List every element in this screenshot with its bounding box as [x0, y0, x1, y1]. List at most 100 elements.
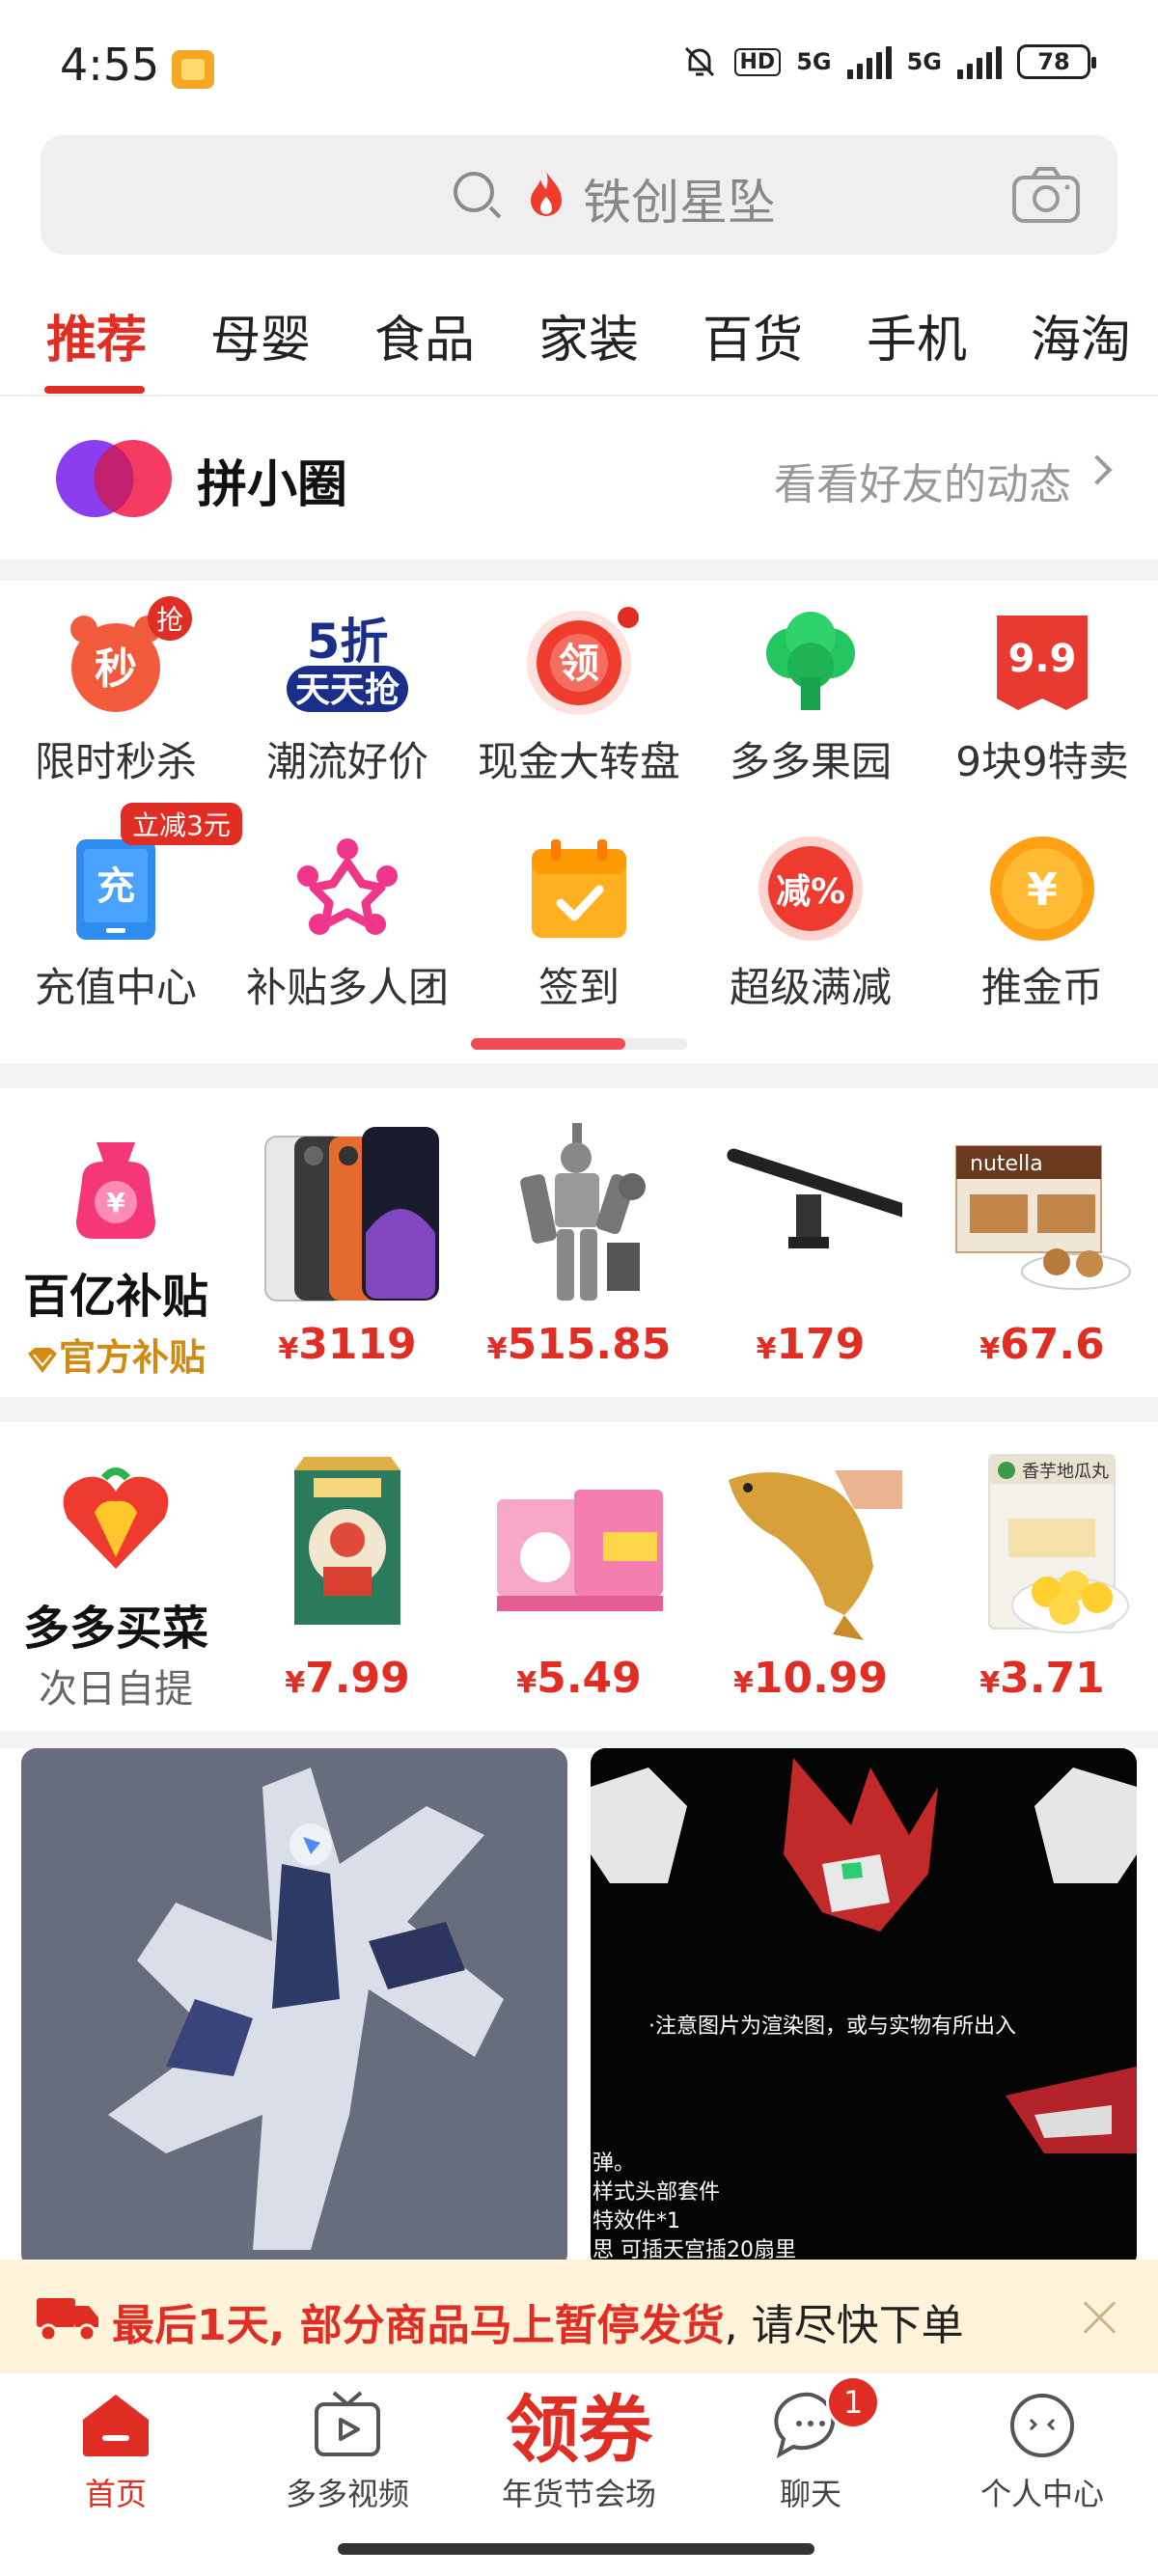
nav-coupon[interactable]: 领券 年货节会场 — [463, 2391, 695, 2514]
svg-text:减%: 减% — [776, 872, 845, 912]
feature-orchard[interactable]: 多多果园 — [695, 610, 926, 788]
subsidy-item-phone[interactable]: ¥3119 — [232, 1117, 463, 1369]
feature-label: 9块9特卖 — [955, 738, 1129, 785]
subsidy-entry[interactable]: ¥ 百亿补贴 官方补贴 — [0, 1088, 232, 1397]
nav-label: 个人中心 — [979, 2476, 1104, 2512]
friend-circle-logo-icon — [56, 440, 172, 517]
feature-label: 推金币 — [980, 964, 1103, 1011]
nav-label: 多多视频 — [285, 2476, 409, 2512]
section-gap — [0, 1731, 1158, 1748]
friend-activity-link[interactable]: 看看好友的动态 — [774, 450, 1071, 511]
nav-video[interactable]: 多多视频 — [232, 2391, 463, 2514]
phone-recharge-icon: 充 立减3元 — [63, 803, 242, 942]
svg-text:¥: ¥ — [1027, 863, 1058, 916]
tab-food[interactable]: 食品 — [374, 299, 475, 371]
subsidy-item-nutella[interactable]: nutella ¥67.6 — [926, 1117, 1158, 1369]
nav-profile[interactable]: 个人中心 — [926, 2391, 1158, 2514]
tab-general[interactable]: 百货 — [703, 299, 803, 371]
subsidy-item-lightbar[interactable]: ¥179 — [695, 1117, 926, 1369]
shipping-notice-bar[interactable]: 最后1天, 部分商品马上暂停发货, 请尽快下单 — [0, 2260, 1158, 2373]
svg-text:香芋地瓜丸: 香芋地瓜丸 — [1022, 1462, 1109, 1482]
feature-flash-sale[interactable]: 秒 抢 限时秒杀 — [0, 596, 232, 788]
feature-super-discount[interactable]: 减% 超级满减 — [695, 836, 926, 1014]
nav-chat[interactable]: 1 聊天 — [695, 2375, 926, 2514]
tab-overseas[interactable]: 海淘 — [1031, 299, 1131, 371]
grocery-item-giftbox[interactable]: ¥7.99 — [232, 1451, 463, 1703]
home-indicator[interactable] — [338, 2543, 814, 2555]
feature-label: 签到 — [538, 964, 620, 1011]
group-people-icon — [294, 836, 400, 942]
video-tv-icon — [311, 2391, 384, 2458]
spec-line: 特效件*1 — [593, 2209, 680, 2233]
close-icon[interactable] — [1079, 2296, 1121, 2339]
nav-home[interactable]: 首页 — [0, 2391, 232, 2514]
notification-app-icon — [172, 50, 214, 89]
feature-grid: 秒 抢 限时秒杀 5折 天天抢 潮流好价 领 现金大转盘 多多果园 9.9 9块… — [0, 581, 1158, 1063]
price: ¥5.49 — [516, 1654, 642, 1703]
feature-cash-wheel[interactable]: 领 现金大转盘 — [463, 604, 695, 788]
price: ¥515.85 — [486, 1320, 672, 1369]
taro-balls-image: 香芋地瓜丸 — [951, 1451, 1134, 1644]
tab-phones[interactable]: 手机 — [867, 299, 967, 371]
spec-line: 弹。 — [593, 2151, 636, 2176]
feed-card-gundam[interactable] — [21, 1748, 567, 2269]
chat-bubble-icon: 1 — [774, 2375, 880, 2459]
svg-text:nutella: nutella — [970, 1152, 1043, 1176]
network-5g-2: 5G — [906, 48, 942, 75]
nav-label: 首页 — [84, 2476, 147, 2512]
feature-recharge[interactable]: 充 立减3元 充值中心 — [0, 803, 242, 1014]
search-bar[interactable]: 铁创星坠 — [41, 135, 1117, 255]
feature-trend-deals[interactable]: 5折 天天抢 潮流好价 — [232, 610, 463, 788]
subsidy-subtitle: 官方补贴 — [0, 1328, 232, 1381]
feature-label: 多多果园 — [729, 738, 892, 785]
status-indicators: HD 5G 5G 78 — [680, 42, 1096, 81]
grocery-subtitle: 次日自提 — [39, 1667, 193, 1712]
battery-icon: 78 — [1017, 44, 1096, 79]
tab-mother-baby[interactable]: 母婴 — [210, 299, 311, 371]
chevron-right-icon — [1082, 454, 1113, 485]
feature-label: 补贴多人团 — [245, 964, 449, 1011]
new-dot-badge — [615, 604, 642, 631]
grocery-item-fish[interactable]: ¥10.99 — [695, 1451, 926, 1703]
profile-face-icon — [1006, 2391, 1079, 2458]
feature-label: 现金大转盘 — [477, 738, 680, 785]
feature-group-subsidy[interactable]: 补贴多人团 — [232, 836, 463, 1014]
tree-icon — [758, 610, 864, 716]
friend-circle-row[interactable]: 拼小圈 看看好友的动态 — [0, 397, 1158, 560]
gold-coin-icon: ¥ — [989, 836, 1095, 942]
discount-badge: 立减3元 — [121, 803, 242, 845]
subsidy-row[interactable]: ¥ 百亿补贴 官方补贴 ¥3119 ¥515.85 ¥179 nutella ¥… — [0, 1088, 1158, 1397]
price: ¥179 — [756, 1320, 866, 1369]
status-bar: 4:55 HD 5G 5G 78 — [0, 0, 1158, 135]
tab-home-decor[interactable]: 家装 — [538, 299, 639, 371]
screen-light-bar-image — [719, 1117, 912, 1310]
nutella-snack-image: nutella — [951, 1117, 1134, 1310]
grocery-entry[interactable]: 多多买菜 次日自提 — [0, 1422, 232, 1731]
grocery-item-taro[interactable]: 香芋地瓜丸 ¥3.71 — [926, 1451, 1158, 1703]
grid-scroll-indicator — [471, 1038, 687, 1050]
discount-icon: 减% — [758, 836, 864, 942]
feed-card-helmet[interactable]: ·注意图片为渲染图，或与实物有所出入 弹。 样式头部套件 特效件*1 思 可插天… — [591, 1748, 1137, 2269]
feature-checkin[interactable]: 签到 — [463, 836, 695, 1014]
feature-label: 限时秒杀 — [34, 738, 197, 785]
carrot-heart-icon — [63, 1467, 169, 1569]
camera-icon[interactable] — [1011, 166, 1081, 224]
feature-label: 超级满减 — [729, 964, 892, 1011]
grocery-row[interactable]: 多多买菜 次日自提 ¥7.99 ¥5.49 ¥10.99 香芋地瓜丸 ¥3.71 — [0, 1422, 1158, 1731]
svg-text:¥: ¥ — [106, 1187, 125, 1219]
truck-icon — [37, 2298, 98, 2343]
grocery-item-yogurt[interactable]: ¥5.49 — [463, 1451, 695, 1703]
section-gap — [0, 1063, 1158, 1088]
tab-recommend[interactable]: 推荐 — [46, 299, 147, 371]
active-tab-indicator — [44, 386, 145, 394]
calendar-check-icon — [526, 836, 632, 942]
subsidy-item-figure[interactable]: ¥515.85 — [463, 1117, 695, 1369]
feature-label: 充值中心 — [34, 964, 197, 1011]
diamond-icon — [27, 1347, 57, 1373]
nav-label: 聊天 — [779, 2476, 841, 2512]
spec-line: 样式头部套件 — [593, 2180, 721, 2205]
feature-coin-pusher[interactable]: ¥ 推金币 — [926, 836, 1158, 1014]
svg-text:5折: 5折 — [307, 614, 389, 670]
feature-9-9-sale[interactable]: 9.9 9块9特卖 — [926, 610, 1158, 788]
home-icon — [79, 2391, 152, 2458]
